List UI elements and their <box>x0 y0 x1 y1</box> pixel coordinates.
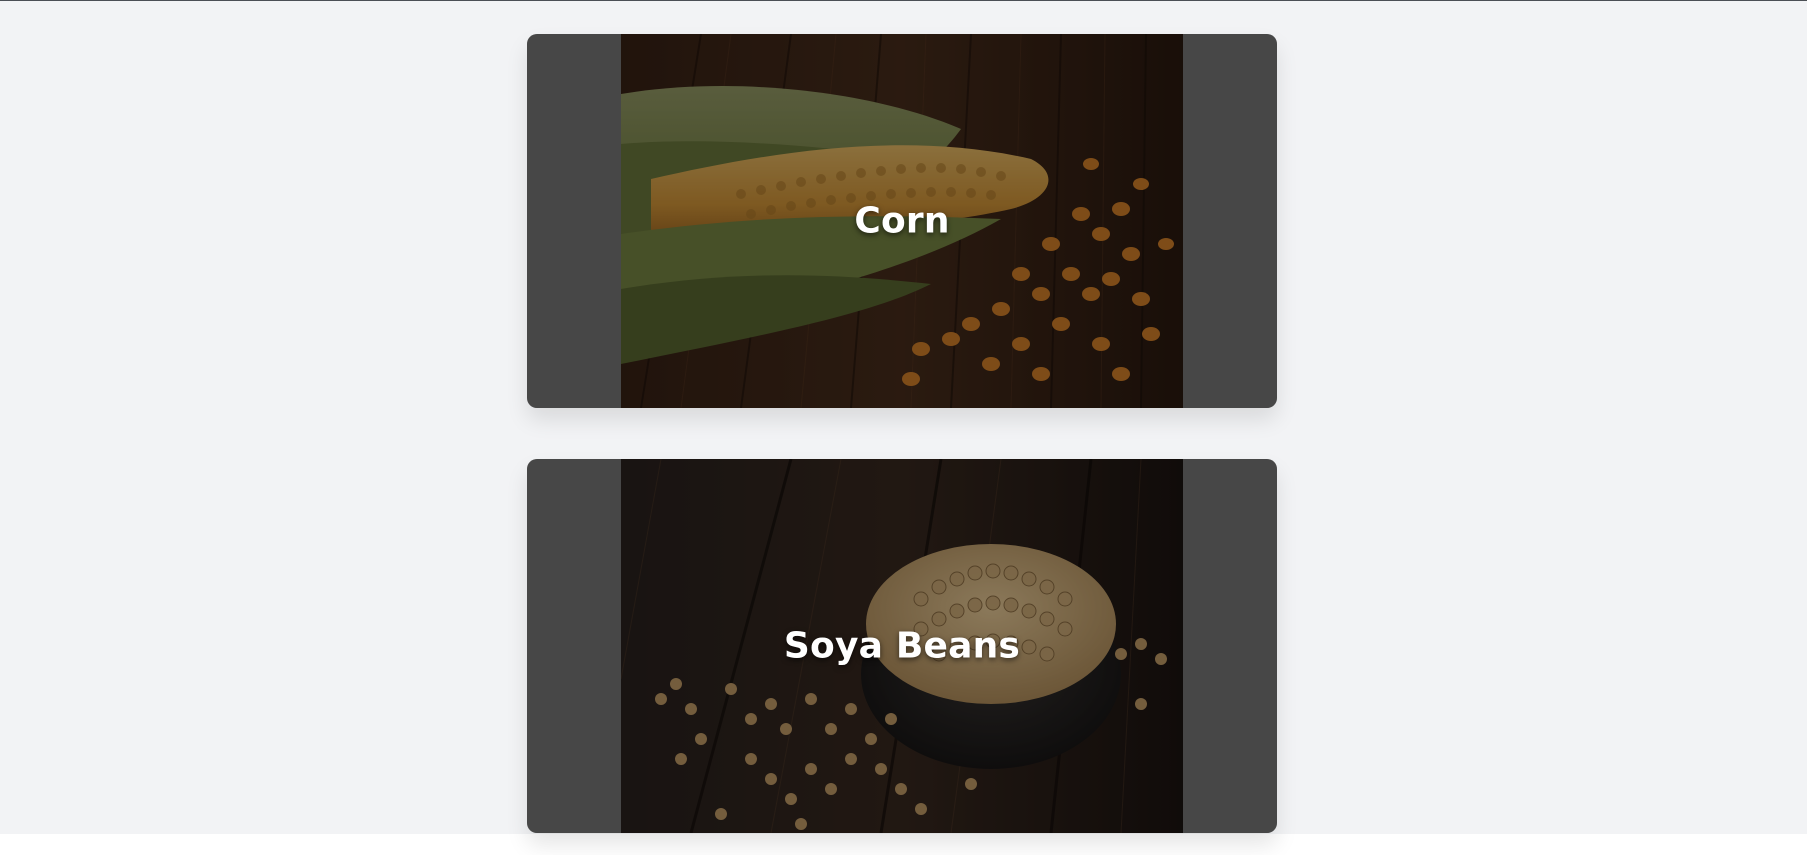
product-card-corn[interactable]: Corn <box>527 34 1277 408</box>
product-card-soya-beans[interactable]: Soya Beans <box>527 459 1277 833</box>
card-title-soya-beans: Soya Beans <box>783 625 1021 667</box>
card-title-corn: Corn <box>854 200 950 242</box>
